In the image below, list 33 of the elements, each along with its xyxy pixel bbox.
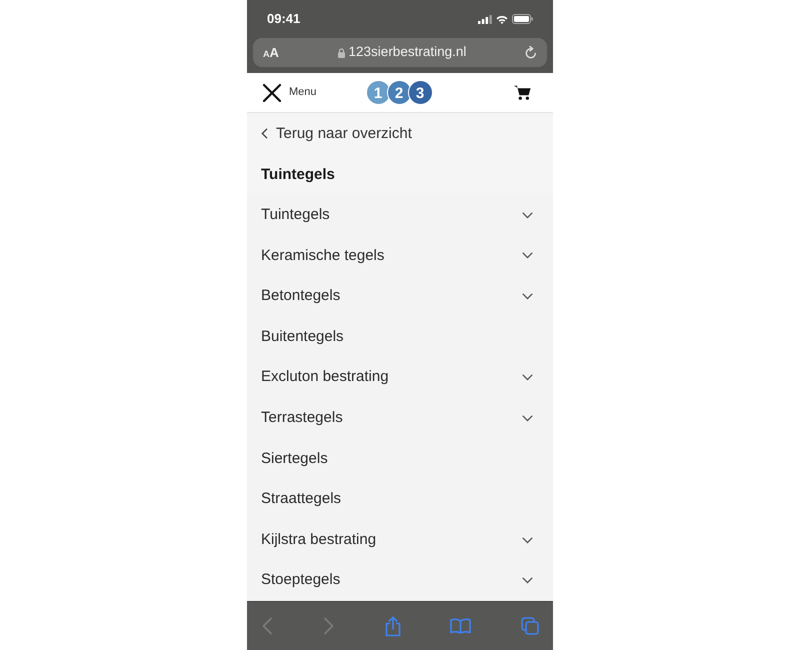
menu-item[interactable]: Buitentegels (247, 316, 553, 358)
logo-circle: 3 (408, 80, 433, 105)
reload-icon[interactable] (525, 46, 537, 59)
logo-circle: 1 (366, 80, 391, 105)
menu-item[interactable]: Betontegels (247, 276, 553, 317)
wifi-icon (496, 14, 508, 24)
address-bar[interactable]: AA 123sierbestrating.nl (253, 38, 547, 67)
chevron-down-icon[interactable] (522, 212, 533, 219)
menu-item[interactable]: Keramische tegels (247, 236, 553, 276)
logo-circle: 2 (386, 80, 412, 105)
status-time: 09:41 (267, 10, 300, 28)
battery-icon (512, 14, 533, 24)
close-icon (263, 84, 281, 102)
menu-item[interactable]: Kijlstra bestrating (247, 520, 553, 560)
menu-item[interactable]: Straattegels (247, 479, 553, 520)
menu-item[interactable]: Terrastegels (247, 398, 553, 439)
chevron-left-icon (261, 128, 268, 140)
menu-item[interactable]: Siertegels (247, 438, 553, 480)
chevron-down-icon[interactable] (522, 577, 533, 584)
menu-item[interactable]: Excluton bestrating (247, 357, 553, 398)
menu-close-button[interactable]: Menu (263, 84, 317, 102)
chevron-down-icon[interactable] (522, 374, 533, 382)
menu-item[interactable]: Tuintegels (247, 195, 553, 236)
signal-icon (478, 14, 492, 24)
cart-icon[interactable] (514, 85, 531, 100)
url-text: 123sierbestrating.nl (348, 43, 466, 62)
text-size-button[interactable]: AA (263, 46, 279, 59)
chevron-down-icon[interactable] (522, 293, 533, 300)
lock-icon (338, 48, 345, 58)
menu-item[interactable]: Stoeptegels (247, 560, 553, 601)
chevron-down-icon[interactable] (522, 414, 533, 422)
chevron-down-icon[interactable] (522, 252, 533, 260)
chevron-down-icon[interactable] (522, 536, 533, 544)
